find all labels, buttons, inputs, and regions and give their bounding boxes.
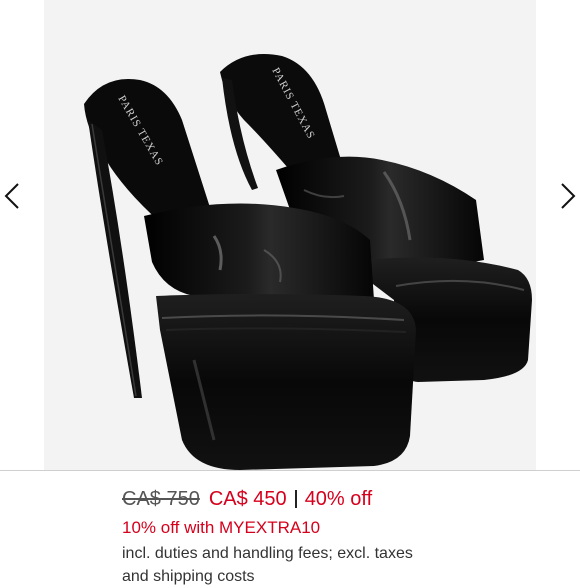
price-line: CA$ 750 CA$ 450 40% off [122,486,572,512]
discount-label: 40% off [304,488,373,510]
duties-info-text: incl. duties and handling fees; excl. ta… [122,545,413,585]
product-photo[interactable]: PARIS TEXAS PARIS TEXAS [44,0,536,470]
chevron-left-icon [4,183,19,209]
chevron-right-icon [561,183,576,209]
price-separator [294,490,297,508]
original-price: CA$ 750 [122,488,200,510]
product-image-gallery: PARIS TEXAS PARIS TEXAS [0,0,580,470]
promo-code-text: 10% off with MYEXTRA10 [122,518,321,537]
section-divider [0,470,580,471]
sale-price: CA$ 450 [208,488,287,510]
next-image-button[interactable] [550,176,580,216]
front-shoe: PARIS TEXAS [84,79,416,470]
previous-image-button[interactable] [0,176,30,216]
price-block: CA$ 750 CA$ 450 40% off 10% off with MYE… [122,486,572,588]
